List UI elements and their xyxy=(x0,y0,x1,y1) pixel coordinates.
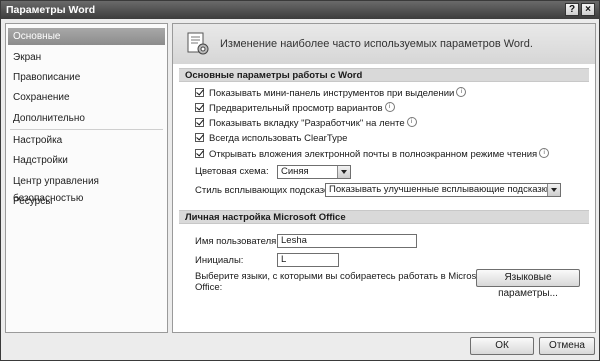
close-button[interactable]: × xyxy=(581,3,595,16)
sidebar-item-trust-center[interactable]: Центр управления безопасностью xyxy=(8,173,165,204)
sidebar-item-general[interactable]: Основные xyxy=(8,28,165,45)
sidebar-item-addins[interactable]: Надстройки xyxy=(8,152,165,169)
section-title-personalize: Личная настройка Microsoft Office xyxy=(179,210,589,224)
info-icon: i xyxy=(406,117,417,128)
checkbox-checked-icon[interactable] xyxy=(195,87,204,97)
cancel-button[interactable]: Отмена xyxy=(539,337,595,355)
sidebar-item-resources[interactable]: Ресурсы xyxy=(8,193,165,210)
options-dialog: Параметры Word ? × Основные Экран Правоп… xyxy=(0,0,600,361)
language-settings-button[interactable]: Языковые параметры... xyxy=(476,269,580,299)
option-live-preview[interactable]: Предварительный просмотр вариантов i xyxy=(195,102,395,115)
sidebar-item-proofing[interactable]: Правописание xyxy=(8,69,165,86)
checkbox-checked-icon[interactable] xyxy=(195,148,204,158)
tooltip-style-label: Стиль всплывающих подсказок: xyxy=(195,185,337,196)
tooltip-style-value: Показывать улучшенные всплывающие подска… xyxy=(329,184,552,195)
section-title-general: Основные параметры работы с Word xyxy=(179,68,589,82)
color-scheme-value: Синяя xyxy=(281,166,309,177)
option-email-fullscreen[interactable]: Открывать вложения электронной почты в п… xyxy=(195,148,550,161)
sidebar-divider xyxy=(10,129,163,130)
page-header-text: Изменение наиболее часто используемых па… xyxy=(220,38,533,50)
checkbox-checked-icon[interactable] xyxy=(195,117,204,127)
checkbox-checked-icon[interactable] xyxy=(195,132,204,142)
sidebar-item-save[interactable]: Сохранение xyxy=(8,89,165,106)
sidebar-item-advanced[interactable]: Дополнительно xyxy=(8,110,165,127)
chevron-down-icon[interactable] xyxy=(337,166,350,178)
option-label: Всегда использовать ClearType xyxy=(209,133,348,144)
tooltip-style-select[interactable]: Показывать улучшенные всплывающие подска… xyxy=(325,183,561,197)
help-button[interactable]: ? xyxy=(565,3,579,16)
window-title: Параметры Word xyxy=(6,4,96,16)
option-label: Показывать вкладку "Разработчик" на лент… xyxy=(209,118,405,129)
initials-input[interactable]: L xyxy=(277,253,339,267)
username-label: Имя пользователя: xyxy=(195,236,279,247)
option-developer-tab[interactable]: Показывать вкладку "Разработчик" на лент… xyxy=(195,117,417,130)
sidebar-item-customize[interactable]: Настройка xyxy=(8,132,165,149)
option-label: Открывать вложения электронной почты в п… xyxy=(209,149,538,160)
languages-text-cont: Office: xyxy=(195,282,223,293)
sidebar: Основные Экран Правописание Сохранение Д… xyxy=(5,23,168,333)
initials-label: Инициалы: xyxy=(195,255,244,266)
sidebar-item-display[interactable]: Экран xyxy=(8,49,165,66)
color-scheme-select[interactable]: Синяя xyxy=(277,165,351,179)
ok-button[interactable]: ОК xyxy=(470,337,534,355)
info-icon: i xyxy=(539,148,550,159)
option-mini-toolbar[interactable]: Показывать мини-панель инструментов при … xyxy=(195,87,467,100)
option-label: Показывать мини-панель инструментов при … xyxy=(209,88,455,99)
color-scheme-label: Цветовая схема: xyxy=(195,166,269,177)
options-settings-icon xyxy=(187,32,209,55)
option-cleartype[interactable]: Всегда использовать ClearType xyxy=(195,132,347,145)
info-icon: i xyxy=(384,102,395,113)
languages-text: Выберите языки, с которыми вы собираетес… xyxy=(195,271,487,282)
chevron-down-icon[interactable] xyxy=(547,184,560,196)
checkbox-checked-icon[interactable] xyxy=(195,102,204,112)
title-bar[interactable]: Параметры Word ? × xyxy=(1,1,599,19)
username-input[interactable]: Lesha xyxy=(277,234,417,248)
page-header: Изменение наиболее часто используемых па… xyxy=(173,24,595,64)
option-label: Предварительный просмотр вариантов xyxy=(209,103,383,114)
info-icon: i xyxy=(456,87,467,98)
content-panel: Изменение наиболее часто используемых па… xyxy=(172,23,596,333)
